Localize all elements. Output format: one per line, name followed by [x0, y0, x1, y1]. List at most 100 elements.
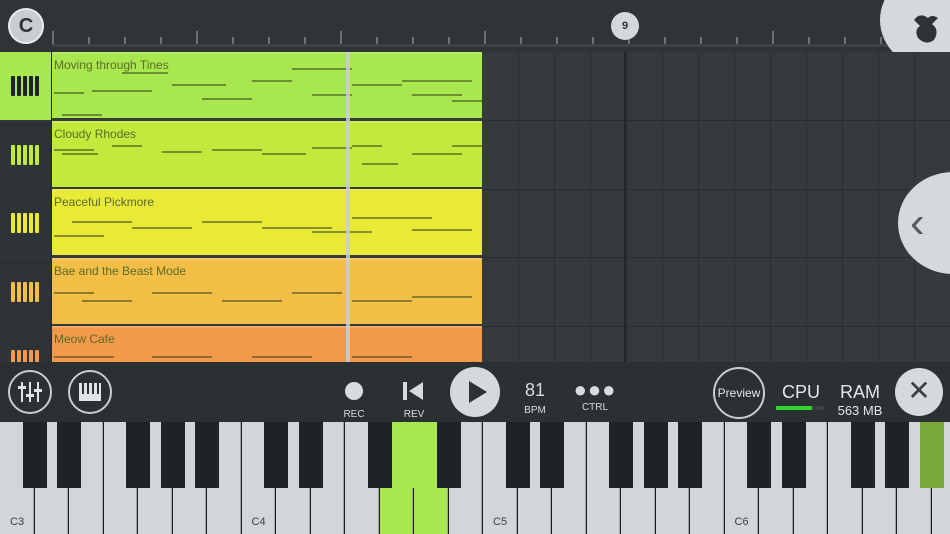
close-icon: ✕	[907, 375, 931, 406]
black-key[interactable]	[402, 422, 426, 488]
grid-line	[806, 52, 807, 362]
track-row[interactable]: Bae and the Beast Mode	[0, 257, 482, 326]
black-key[interactable]	[367, 422, 392, 488]
track-row[interactable]: Cloudy Rhodes	[0, 120, 492, 189]
playhead[interactable]	[346, 52, 350, 362]
midi-note	[54, 148, 94, 151]
octave-label: C5	[493, 516, 508, 528]
black-key[interactable]	[540, 422, 564, 488]
magnet-snap-icon: C	[18, 15, 34, 37]
rewind-label: REV	[403, 409, 425, 420]
black-key[interactable]	[885, 422, 909, 488]
midi-note	[412, 94, 462, 96]
midi-note	[252, 356, 312, 359]
grid-line	[770, 52, 771, 362]
track-instrument-button[interactable]	[0, 120, 52, 189]
black-key[interactable]	[505, 422, 530, 488]
pattern-clip[interactable]: Cloudy Rhodes	[52, 120, 492, 187]
midi-note	[152, 291, 212, 294]
grid-row-line	[482, 120, 950, 121]
midi-note	[452, 144, 492, 147]
empty-grid[interactable]	[482, 52, 950, 362]
mixer-sliders-icon	[18, 382, 42, 402]
midi-note	[172, 84, 226, 86]
midi-note	[352, 144, 382, 147]
piano-keyboard[interactable]: C3 C4 C5 C6	[0, 422, 950, 534]
black-key[interactable]	[747, 422, 771, 488]
track-instrument-button[interactable]	[0, 52, 52, 120]
black-key[interactable]	[264, 422, 288, 488]
midi-note	[352, 217, 432, 220]
ruler-tick	[484, 31, 486, 45]
pattern-clip[interactable]: Bae and the Beast Mode	[52, 257, 482, 324]
skip-back-icon	[403, 382, 425, 400]
track-row[interactable]: Moving through Tines	[0, 52, 492, 120]
playback-position-marker[interactable]: 9	[611, 12, 639, 40]
black-key[interactable]	[643, 422, 668, 488]
grid-row-line	[482, 325, 950, 327]
midi-note	[412, 152, 462, 155]
midi-note	[312, 231, 372, 234]
grid-line	[698, 52, 699, 362]
play-icon	[469, 381, 487, 403]
tempo-control[interactable]: 81 BPM	[510, 380, 560, 416]
midi-note	[292, 291, 342, 294]
cpu-label: CPU	[781, 382, 820, 402]
record-button[interactable]: REC	[329, 382, 379, 420]
black-key[interactable]	[126, 422, 150, 488]
black-key[interactable]	[609, 422, 633, 488]
midi-note	[122, 72, 168, 74]
timeline-ruler[interactable]: C 9	[0, 0, 950, 70]
track-instrument-button[interactable]	[0, 189, 52, 258]
piano-roll-button[interactable]	[68, 370, 112, 414]
track-row[interactable]: Peaceful Pickmore	[0, 189, 482, 258]
track-instrument-button[interactable]	[0, 257, 52, 326]
more-dots-icon: ●●●	[573, 377, 617, 402]
midi-note	[352, 84, 402, 86]
playlist-area[interactable]: Moving through Tines Cloudy Rhodes Peacefu…	[0, 52, 950, 396]
piano-icon	[11, 281, 39, 302]
black-key[interactable]	[436, 422, 461, 488]
pattern-clip[interactable]: Peaceful Pickmore	[52, 189, 482, 256]
piano-icon	[11, 213, 39, 234]
midi-note	[412, 229, 472, 232]
black-key[interactable]	[57, 422, 81, 488]
black-key[interactable]	[160, 422, 185, 488]
black-key[interactable]	[678, 422, 702, 488]
grid-line	[878, 52, 879, 362]
mixer-button[interactable]	[8, 370, 52, 414]
black-key[interactable]	[195, 422, 219, 488]
midi-note	[452, 100, 492, 102]
pattern-clip[interactable]: Meow Cafe	[52, 326, 482, 363]
pattern-clip[interactable]: Moving through Tines	[52, 52, 492, 118]
grid-row-line	[482, 257, 950, 259]
clip-name: Moving through Tines	[54, 58, 169, 72]
midi-note	[402, 80, 472, 82]
midi-note	[352, 356, 412, 359]
grid-line	[662, 52, 663, 362]
grid-line	[518, 52, 519, 362]
midi-note	[252, 80, 292, 82]
close-button[interactable]: ✕	[895, 368, 943, 416]
magnet-snap-button[interactable]: C	[8, 8, 44, 44]
cpu-bar-track	[776, 406, 824, 410]
rewind-button[interactable]: REV	[389, 382, 439, 420]
midi-note	[62, 114, 102, 116]
bpm-value: 81	[524, 380, 546, 400]
midi-note	[54, 92, 84, 94]
midi-note	[54, 291, 94, 294]
black-key[interactable]	[919, 422, 944, 488]
play-button[interactable]	[450, 367, 500, 417]
transport-bar: REC REV 81 BPM ●●● CTRL Preview CPU RAM …	[0, 362, 950, 422]
black-key[interactable]	[298, 422, 323, 488]
ctrl-button[interactable]: ●●● CTRL	[570, 377, 620, 414]
ram-meter: RAM 563 MB	[832, 382, 888, 418]
black-key[interactable]	[850, 422, 875, 488]
ruler-tick	[52, 31, 54, 45]
black-key[interactable]	[781, 422, 806, 488]
midi-note	[62, 152, 98, 155]
preview-button[interactable]: Preview	[713, 367, 765, 419]
black-key[interactable]	[22, 422, 47, 488]
midi-note	[262, 152, 306, 155]
octave-label: C3	[10, 516, 25, 528]
